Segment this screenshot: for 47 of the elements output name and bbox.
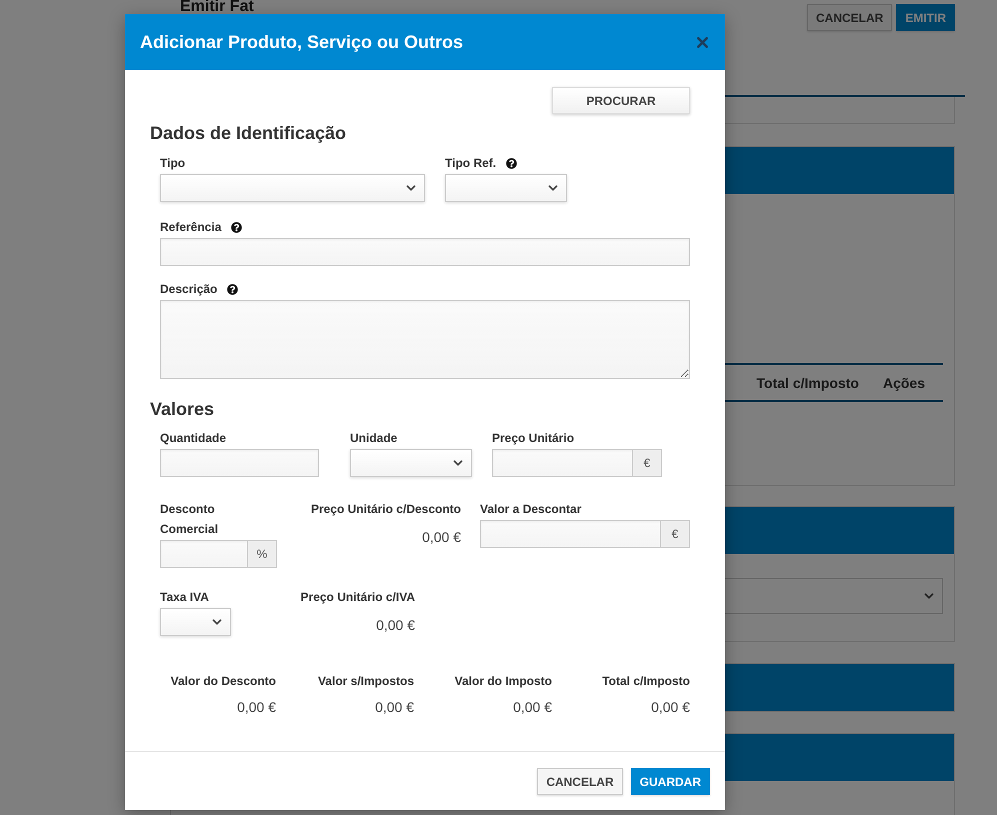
total-label: Valor do Desconto bbox=[170, 673, 276, 690]
unit-addon: € bbox=[632, 450, 661, 476]
field-label: Preço Unitário c/IVA bbox=[300, 589, 415, 606]
search-button[interactable]: PROCURAR bbox=[552, 87, 690, 114]
total-value: 0,00 € bbox=[651, 698, 690, 717]
input-field[interactable] bbox=[160, 238, 690, 266]
field-label: Preço Unitário c/Desconto bbox=[310, 501, 461, 518]
dropdown[interactable] bbox=[445, 174, 567, 202]
field-value: 0,00 € bbox=[376, 616, 415, 635]
help-icon[interactable] bbox=[227, 284, 238, 294]
input-field[interactable] bbox=[160, 449, 319, 477]
dropdown[interactable] bbox=[160, 174, 425, 202]
total-value: 0,00 € bbox=[375, 698, 414, 717]
unit-addon: € bbox=[660, 521, 689, 547]
text-area[interactable] bbox=[160, 300, 690, 379]
field-label: Tipo Ref. bbox=[445, 155, 496, 172]
field-label: Valor a Descontar bbox=[480, 501, 582, 518]
dropdown[interactable] bbox=[350, 449, 472, 477]
help-icon[interactable] bbox=[506, 158, 518, 168]
column-header: Ações bbox=[882, 374, 925, 390]
field-label: Preço Unitário bbox=[492, 430, 574, 447]
cancel-button[interactable]: CANCELAR bbox=[537, 768, 623, 795]
input-field[interactable]: € bbox=[492, 449, 662, 477]
input-field[interactable]: € bbox=[480, 520, 690, 548]
input-field[interactable]: % bbox=[160, 540, 277, 568]
help-icon[interactable] bbox=[231, 222, 242, 232]
field-label: Referência bbox=[160, 219, 222, 236]
cancel-button[interactable]: CANCELAR bbox=[806, 4, 892, 31]
total-label: Valor do Imposto bbox=[454, 673, 552, 690]
field-label: Quantidade bbox=[160, 430, 226, 447]
column-header: Total c/Imposto bbox=[756, 374, 859, 390]
save-button[interactable]: GUARDAR bbox=[630, 768, 710, 795]
field-label: Desconto Comercial bbox=[160, 501, 220, 538]
total-value: 0,00 € bbox=[237, 698, 276, 717]
dialog-title: Adicionar Produto, Serviço ou Outros bbox=[140, 32, 464, 52]
field-label: Taxa IVA bbox=[160, 589, 209, 606]
unit-addon: % bbox=[247, 541, 276, 567]
section-heading: Valores bbox=[150, 398, 216, 420]
field-value: 0,00 € bbox=[422, 528, 461, 547]
total-value: 0,00 € bbox=[513, 698, 552, 717]
field-label: Unidade bbox=[350, 430, 398, 447]
total-label: Total c/Imposto bbox=[602, 673, 690, 690]
dropdown[interactable] bbox=[160, 608, 231, 636]
section-heading: Dados de Identificação bbox=[150, 122, 348, 144]
total-label: Valor s/Impostos bbox=[318, 673, 414, 690]
field-label: Tipo bbox=[160, 155, 186, 172]
field-label: Descrição bbox=[160, 281, 218, 298]
